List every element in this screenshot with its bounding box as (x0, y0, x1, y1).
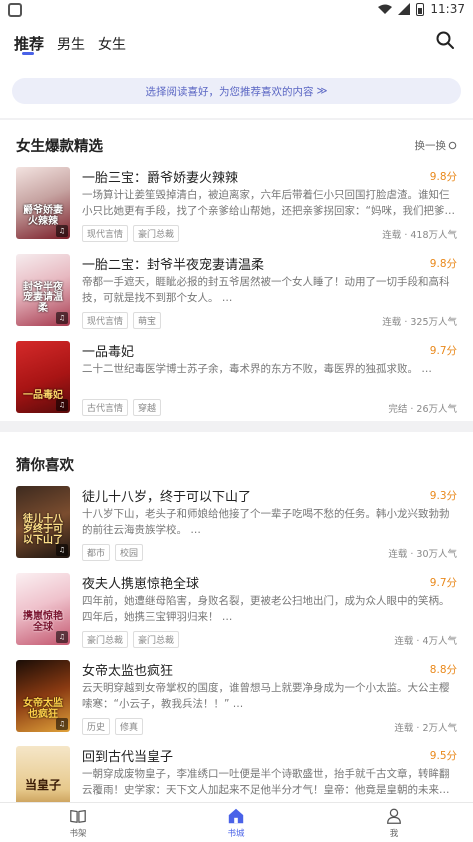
cover-title: 徒儿十八岁终于可以下山了 (23, 513, 63, 546)
book-item[interactable]: 爵爷娇妻火辣辣 ♫ 一胎三宝：爵爷娇妻火辣辣 9.8分 一场算计让姜笙毁掉清白，… (0, 167, 473, 249)
book-tag[interactable]: 修真 (115, 718, 144, 735)
book-cover: 一品毒妃 ♫ (16, 341, 70, 413)
top-nav: 推荐 男生 女生 (0, 22, 473, 70)
status-time: 11:37 (430, 2, 465, 16)
book-tag[interactable]: 豪门总裁 (133, 225, 180, 242)
book-tag[interactable]: 豪门总裁 (133, 631, 180, 648)
nav-label: 书城 (227, 829, 245, 839)
user-icon (387, 808, 401, 824)
book-meta: 连载 · 30万人气 (388, 549, 457, 560)
cover-title: 当皇子 (24, 778, 61, 793)
book-title: 一胎二宝：封爷半夜宠妻请温柔 (82, 258, 265, 273)
book-cover: 徒儿十八岁终于可以下山了 ♫ (16, 486, 70, 558)
book-title: 女帝太监也疯狂 (82, 664, 174, 679)
book-score: 8.8分 (429, 664, 457, 676)
book-score: 9.5分 (429, 750, 457, 762)
headphone-icon: ♫ (56, 718, 68, 730)
status-bar: 11:37 (0, 0, 473, 22)
book-item[interactable]: 当皇子 回到古代当皇子 9.5分 一朝穿成废物皇子，李准绣口一吐便是半个诗歌盛世… (0, 746, 473, 802)
book-score: 9.3分 (429, 490, 457, 502)
bottom-nav: 书架 书城 我 (0, 802, 473, 842)
book-title: 夜夫人携崽惊艳全球 (82, 577, 200, 592)
section-title: 猜你喜欢 (16, 458, 74, 474)
home-icon (228, 808, 244, 824)
app-notification-icon (8, 3, 22, 17)
wifi-icon (378, 4, 393, 14)
book-description: 一场算计让姜笙毁掉清白，被迫离家，六年后带着仨小只回国打脸虐渣。谁知仨小只比她更… (82, 189, 455, 217)
book-score: 9.7分 (429, 345, 457, 357)
cover-title: 爵爷娇妻火辣辣 (23, 205, 63, 227)
book-score: 9.8分 (429, 171, 457, 183)
preference-banner-area: 选择阅读喜好，为您推荐喜欢的内容 ≫ (0, 70, 473, 118)
book-item[interactable]: 一品毒妃 ♫ 一品毒妃 9.7分 二十二世纪毒医学博士苏子余，毒术界的东方不败，… (0, 341, 473, 423)
cover-title: 携崽惊艳全球 (23, 611, 63, 633)
cover-title: 女帝太监也疯狂 (23, 698, 63, 720)
book-description: 四年前，她遭继母陷害，身败名裂，更被老公扫地出门，成为众人眼中的笑柄。四年后，她… (82, 595, 450, 623)
headphone-icon: ♫ (56, 399, 68, 411)
double-chevron-right-icon: ≫ (316, 85, 328, 97)
signal-icon (398, 3, 411, 15)
book-tag[interactable]: 古代言情 (82, 399, 129, 416)
swap-label: 换一换 (414, 140, 447, 152)
tab-female[interactable]: 女生 (98, 34, 126, 54)
book-cover: 携崽惊艳全球 ♫ (16, 573, 70, 645)
banner-text: 选择阅读喜好，为您推荐喜欢的内容 (145, 85, 314, 98)
nav-label: 我 (389, 829, 399, 839)
book-title: 回到古代当皇子 (82, 750, 174, 765)
book-description: 十八岁下山，老头子和师娘给他接了个一辈子吃喝不愁的任务。韩小龙兴致勃勃的前往云海… (82, 508, 450, 536)
book-meta: 连载 · 4万人气 (394, 636, 457, 647)
headphone-icon: ♫ (56, 631, 68, 643)
book-title: 徒儿十八岁，终于可以下山了 (82, 490, 252, 505)
book-item[interactable]: 徒儿十八岁终于可以下山了 ♫ 徒儿十八岁，终于可以下山了 9.3分 十八岁下山，… (0, 486, 473, 568)
book-description: 一朝穿成废物皇子，李准绣口一吐便是半个诗歌盛世，抬手就千古文章，转眸翻云覆雨！史… (82, 768, 450, 796)
nav-bookstore[interactable]: 书城 (206, 807, 266, 839)
headphone-icon: ♫ (56, 225, 68, 237)
book-tag[interactable]: 豪门总裁 (82, 631, 129, 648)
book-item[interactable]: 女帝太监也疯狂 ♫ 女帝太监也疯狂 8.8分 云天明穿越到女帝掌权的国度，谁曾想… (0, 660, 473, 742)
cover-title: 封爷半夜宠妻请温柔 (23, 281, 63, 314)
active-tab-indicator (22, 52, 34, 55)
book-cover: 封爷半夜宠妻请温柔 ♫ (16, 254, 70, 326)
book-tag[interactable]: 校园 (115, 544, 144, 561)
book-meta: 连载 · 325万人气 (382, 317, 457, 328)
book-description: 二十二世纪毒医学博士苏子余，毒术界的东方不败，毒医界的独孤求败。 … (82, 363, 432, 375)
book-tag[interactable]: 现代言情 (82, 225, 129, 242)
book-score: 9.7分 (429, 577, 457, 589)
book-score: 9.8分 (429, 258, 457, 270)
book-title: 一胎三宝：爵爷娇妻火辣辣 (82, 171, 239, 186)
headphone-icon: ♫ (56, 312, 68, 324)
nav-bookshelf[interactable]: 书架 (48, 807, 108, 839)
book-cover: 女帝太监也疯狂 ♫ (16, 660, 70, 732)
tab-recommend[interactable]: 推荐 (14, 33, 44, 54)
swap-button[interactable]: 换一换 (415, 138, 458, 153)
book-item[interactable]: 封爷半夜宠妻请温柔 ♫ 一胎二宝：封爷半夜宠妻请温柔 9.8分 帝都一手遮天，睚… (0, 254, 473, 336)
book-tag[interactable]: 都市 (82, 544, 111, 561)
battery-icon (416, 2, 425, 16)
book-icon (70, 809, 86, 823)
nav-me[interactable]: 我 (364, 807, 424, 839)
book-meta: 连载 · 418万人气 (382, 230, 457, 241)
book-tag[interactable]: 现代言情 (82, 312, 129, 329)
headphone-icon: ♫ (56, 544, 68, 556)
section-title: 女生爆款精选 (16, 139, 103, 155)
nav-label: 书架 (69, 829, 87, 839)
book-tag[interactable]: 萌宝 (133, 312, 162, 329)
refresh-icon (448, 141, 457, 150)
preference-banner[interactable]: 选择阅读喜好，为您推荐喜欢的内容 ≫ (12, 78, 461, 104)
book-meta: 完结 · 26万人气 (388, 404, 457, 415)
book-cover: 爵爷娇妻火辣辣 ♫ (16, 167, 70, 239)
book-meta: 连载 · 2万人气 (394, 723, 457, 734)
tab-male[interactable]: 男生 (57, 34, 85, 54)
book-tag[interactable]: 穿越 (133, 399, 162, 416)
book-description: 帝都一手遮天，睚眦必报的封五爷居然被一个女人睡了！动用了一切手段和高科技，可就是… (82, 276, 450, 304)
book-title: 一品毒妃 (82, 345, 135, 360)
guess-you-like-section: 猜你喜欢 徒儿十八岁终于可以下山了 ♫ 徒儿十八岁，终于可以下山了 9.3分 十… (0, 432, 473, 802)
female-hits-section: 女生爆款精选 换一换 爵爷娇妻火辣辣 ♫ 一胎三宝：爵爷娇妻火辣辣 9.8分 一… (0, 120, 473, 421)
book-tag[interactable]: 历史 (82, 718, 111, 735)
book-cover: 当皇子 (16, 746, 70, 802)
book-item[interactable]: 携崽惊艳全球 ♫ 夜夫人携崽惊艳全球 9.7分 四年前，她遭继母陷害，身败名裂，… (0, 573, 473, 655)
book-description: 云天明穿越到女帝掌权的国度，谁曾想马上就要净身成为一个小太监。大公主樱嗦寒：“小… (82, 682, 450, 710)
search-icon[interactable] (435, 30, 455, 50)
